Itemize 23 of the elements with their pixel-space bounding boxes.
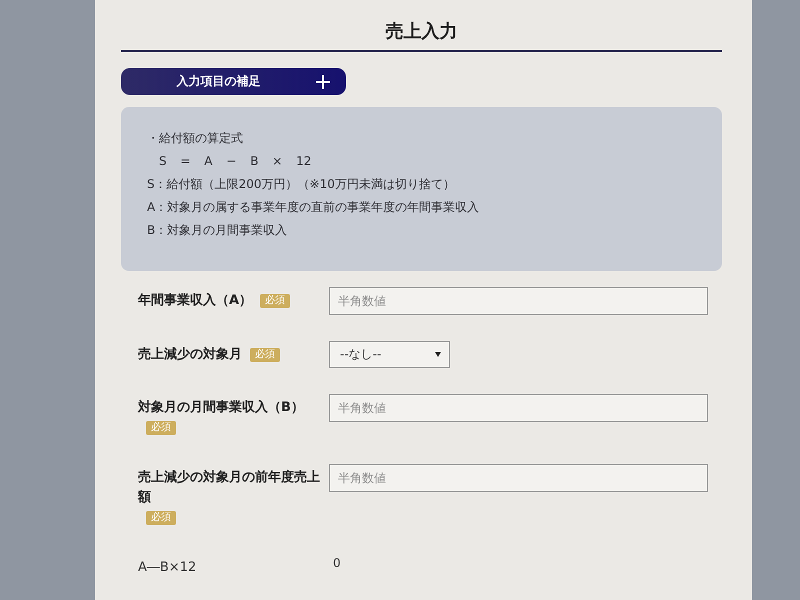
- definition-text: A：対象月の属する事業年度の直前の事業年度の年間事業収入: [147, 199, 480, 216]
- field-label: 売上減少の対象月の前年度売上額: [138, 468, 321, 507]
- number-input[interactable]: 半角数値: [329, 394, 708, 422]
- definition-text: S：給付額（上限200万円）（※10万円未満は切り捨て）: [147, 176, 455, 193]
- plus-icon: [316, 74, 330, 88]
- caret-icon: [435, 352, 441, 357]
- required-badge: 必須: [250, 348, 280, 362]
- number-input[interactable]: 半角数値: [329, 464, 708, 492]
- required-badge: 必須: [146, 511, 176, 525]
- supplement-button[interactable]: 入力項目の補足: [121, 68, 346, 95]
- page-title: 売上入力: [386, 20, 458, 44]
- required-badge: 必須: [146, 421, 176, 435]
- info-heading: ・給付額の算定式: [147, 130, 243, 147]
- field-label: 売上減少の対象月: [138, 346, 242, 364]
- required-badge: 必須: [260, 294, 290, 308]
- field-label: 年間事業収入（A）: [138, 292, 252, 310]
- result-value: 0: [332, 555, 341, 572]
- field-label: A―B×12: [138, 559, 196, 577]
- number-input[interactable]: 半角数値: [329, 287, 708, 315]
- formula-text: S = A − B × 12: [158, 153, 312, 170]
- field-label: 対象月の月間事業収入（B）: [138, 398, 304, 417]
- month-select[interactable]: --なし--: [329, 341, 450, 368]
- definition-text: B：対象月の月間事業収入: [147, 222, 288, 239]
